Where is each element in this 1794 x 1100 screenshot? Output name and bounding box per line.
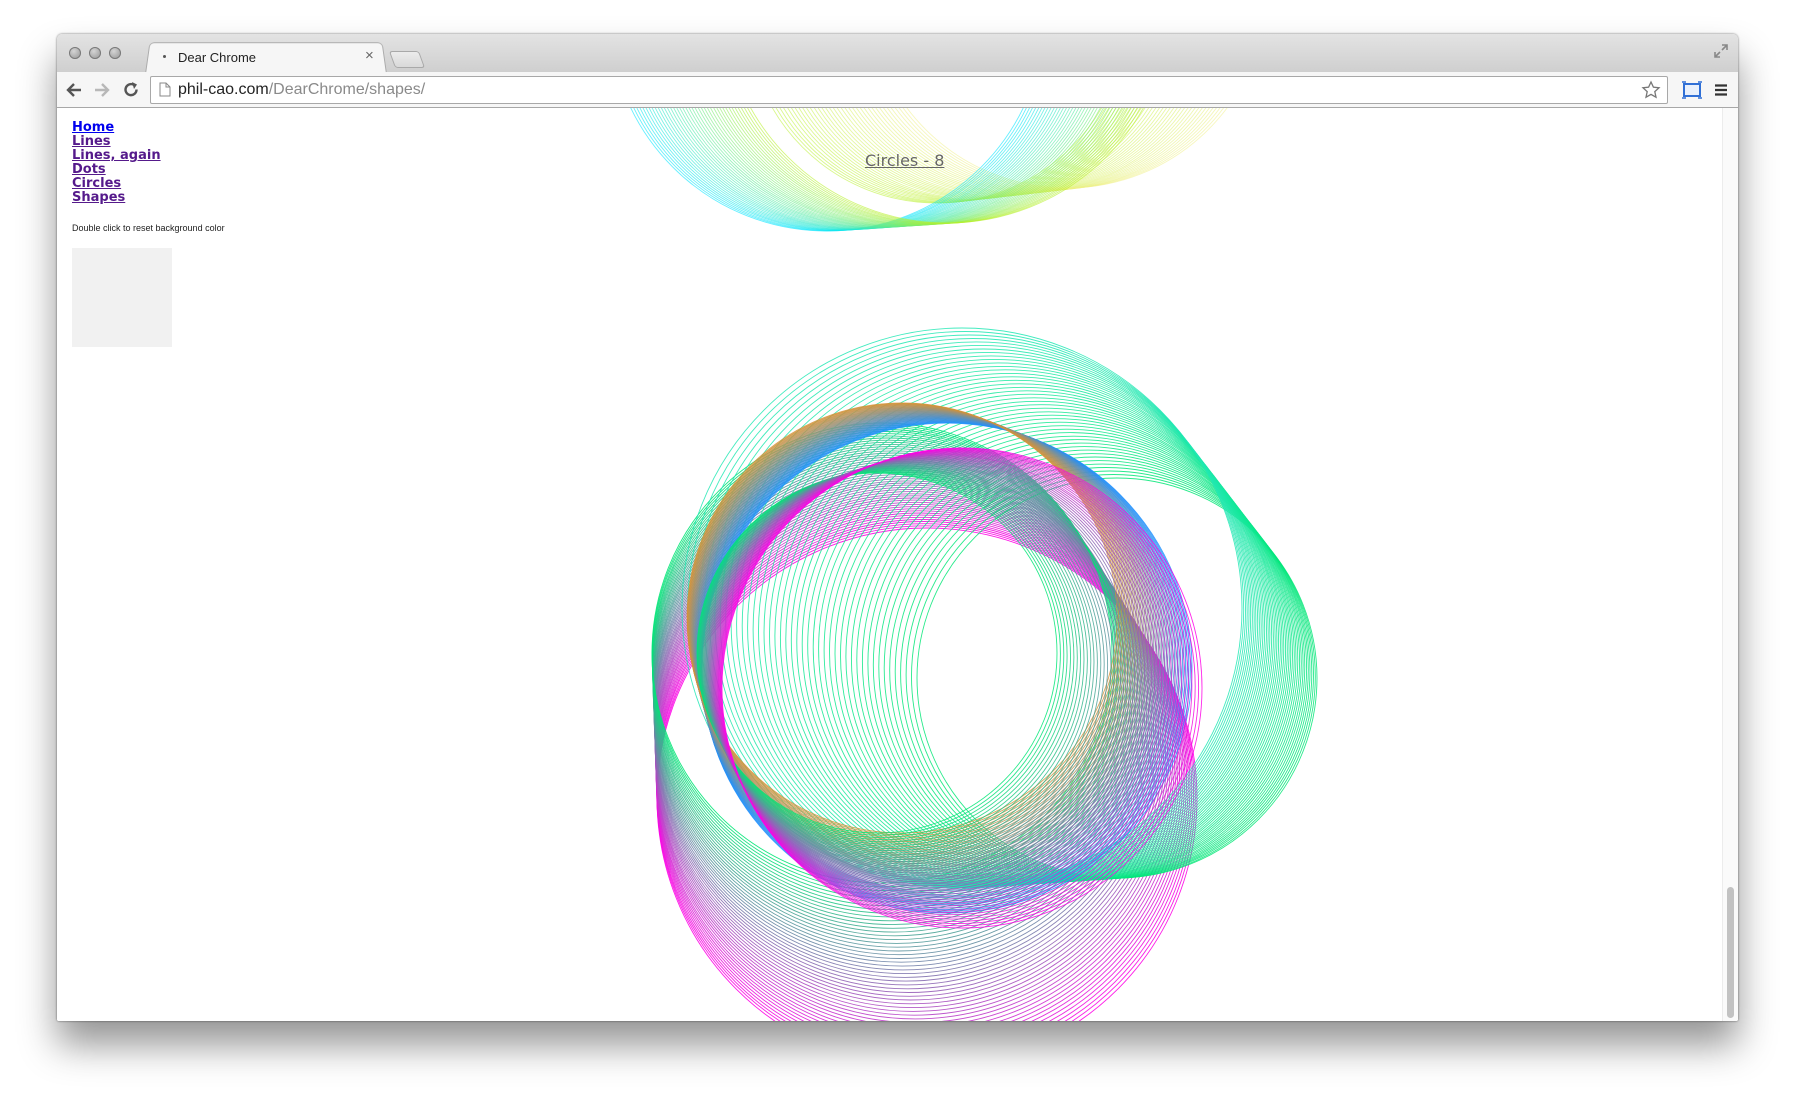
- section-title[interactable]: Circles - 8: [865, 151, 944, 170]
- tab-dear-chrome[interactable]: Dear Chrome ×: [145, 41, 385, 73]
- tab-favicon-icon: [163, 55, 166, 58]
- hamburger-menu-icon: [1715, 84, 1727, 96]
- browser-window: Dear Chrome × phil-cao.com/DearChrome/sh…: [57, 34, 1738, 1021]
- fullscreen-icon[interactable]: [1713, 43, 1729, 59]
- nav-link-circles[interactable]: Circles: [72, 177, 161, 191]
- nav-link-dots[interactable]: Dots: [72, 163, 161, 177]
- back-button[interactable]: [62, 78, 86, 102]
- close-window-button[interactable]: [69, 47, 81, 59]
- title-bar: Dear Chrome ×: [57, 34, 1738, 74]
- new-tab-button[interactable]: [388, 51, 426, 68]
- minimize-window-button[interactable]: [89, 47, 101, 59]
- nav-link-shapes[interactable]: Shapes: [72, 191, 161, 205]
- menu-button[interactable]: [1709, 78, 1733, 102]
- reload-icon: [124, 82, 138, 97]
- nav-link-home[interactable]: Home: [72, 121, 161, 135]
- scrollbar-thumb[interactable]: [1727, 887, 1734, 1018]
- reload-button[interactable]: [119, 78, 143, 102]
- nav-link-lines-again[interactable]: Lines, again: [72, 149, 161, 163]
- url-text: phil-cao.com/DearChrome/shapes/: [178, 81, 425, 99]
- url-path: /DearChrome/shapes/: [268, 81, 426, 98]
- cast-icon: [1682, 81, 1702, 99]
- zoom-window-button[interactable]: [109, 47, 121, 59]
- circles-artwork: [630, 108, 1318, 1021]
- url-host: phil-cao.com: [178, 81, 269, 98]
- cast-button[interactable]: [1680, 78, 1704, 102]
- arrow-left-icon: [66, 83, 81, 97]
- nav-link-lines[interactable]: Lines: [72, 135, 161, 149]
- site-nav: Home Lines Lines, again Dots Circles Sha…: [72, 121, 161, 205]
- star-icon[interactable]: [1641, 80, 1661, 100]
- vertical-scrollbar[interactable]: [1722, 108, 1738, 1021]
- page-icon: [159, 82, 171, 97]
- tab-close-icon[interactable]: ×: [365, 47, 374, 65]
- address-bar[interactable]: phil-cao.com/DearChrome/shapes/: [150, 76, 1668, 104]
- forward-button[interactable]: [90, 78, 114, 102]
- page-content[interactable]: Home Lines Lines, again Dots Circles Sha…: [57, 108, 1738, 1021]
- reset-hint-text: Double click to reset background color: [72, 223, 225, 233]
- browser-toolbar: phil-cao.com/DearChrome/shapes/: [57, 72, 1738, 108]
- arrow-right-icon: [95, 83, 110, 97]
- tab-title: Dear Chrome: [178, 50, 257, 65]
- background-color-swatch[interactable]: [72, 248, 172, 347]
